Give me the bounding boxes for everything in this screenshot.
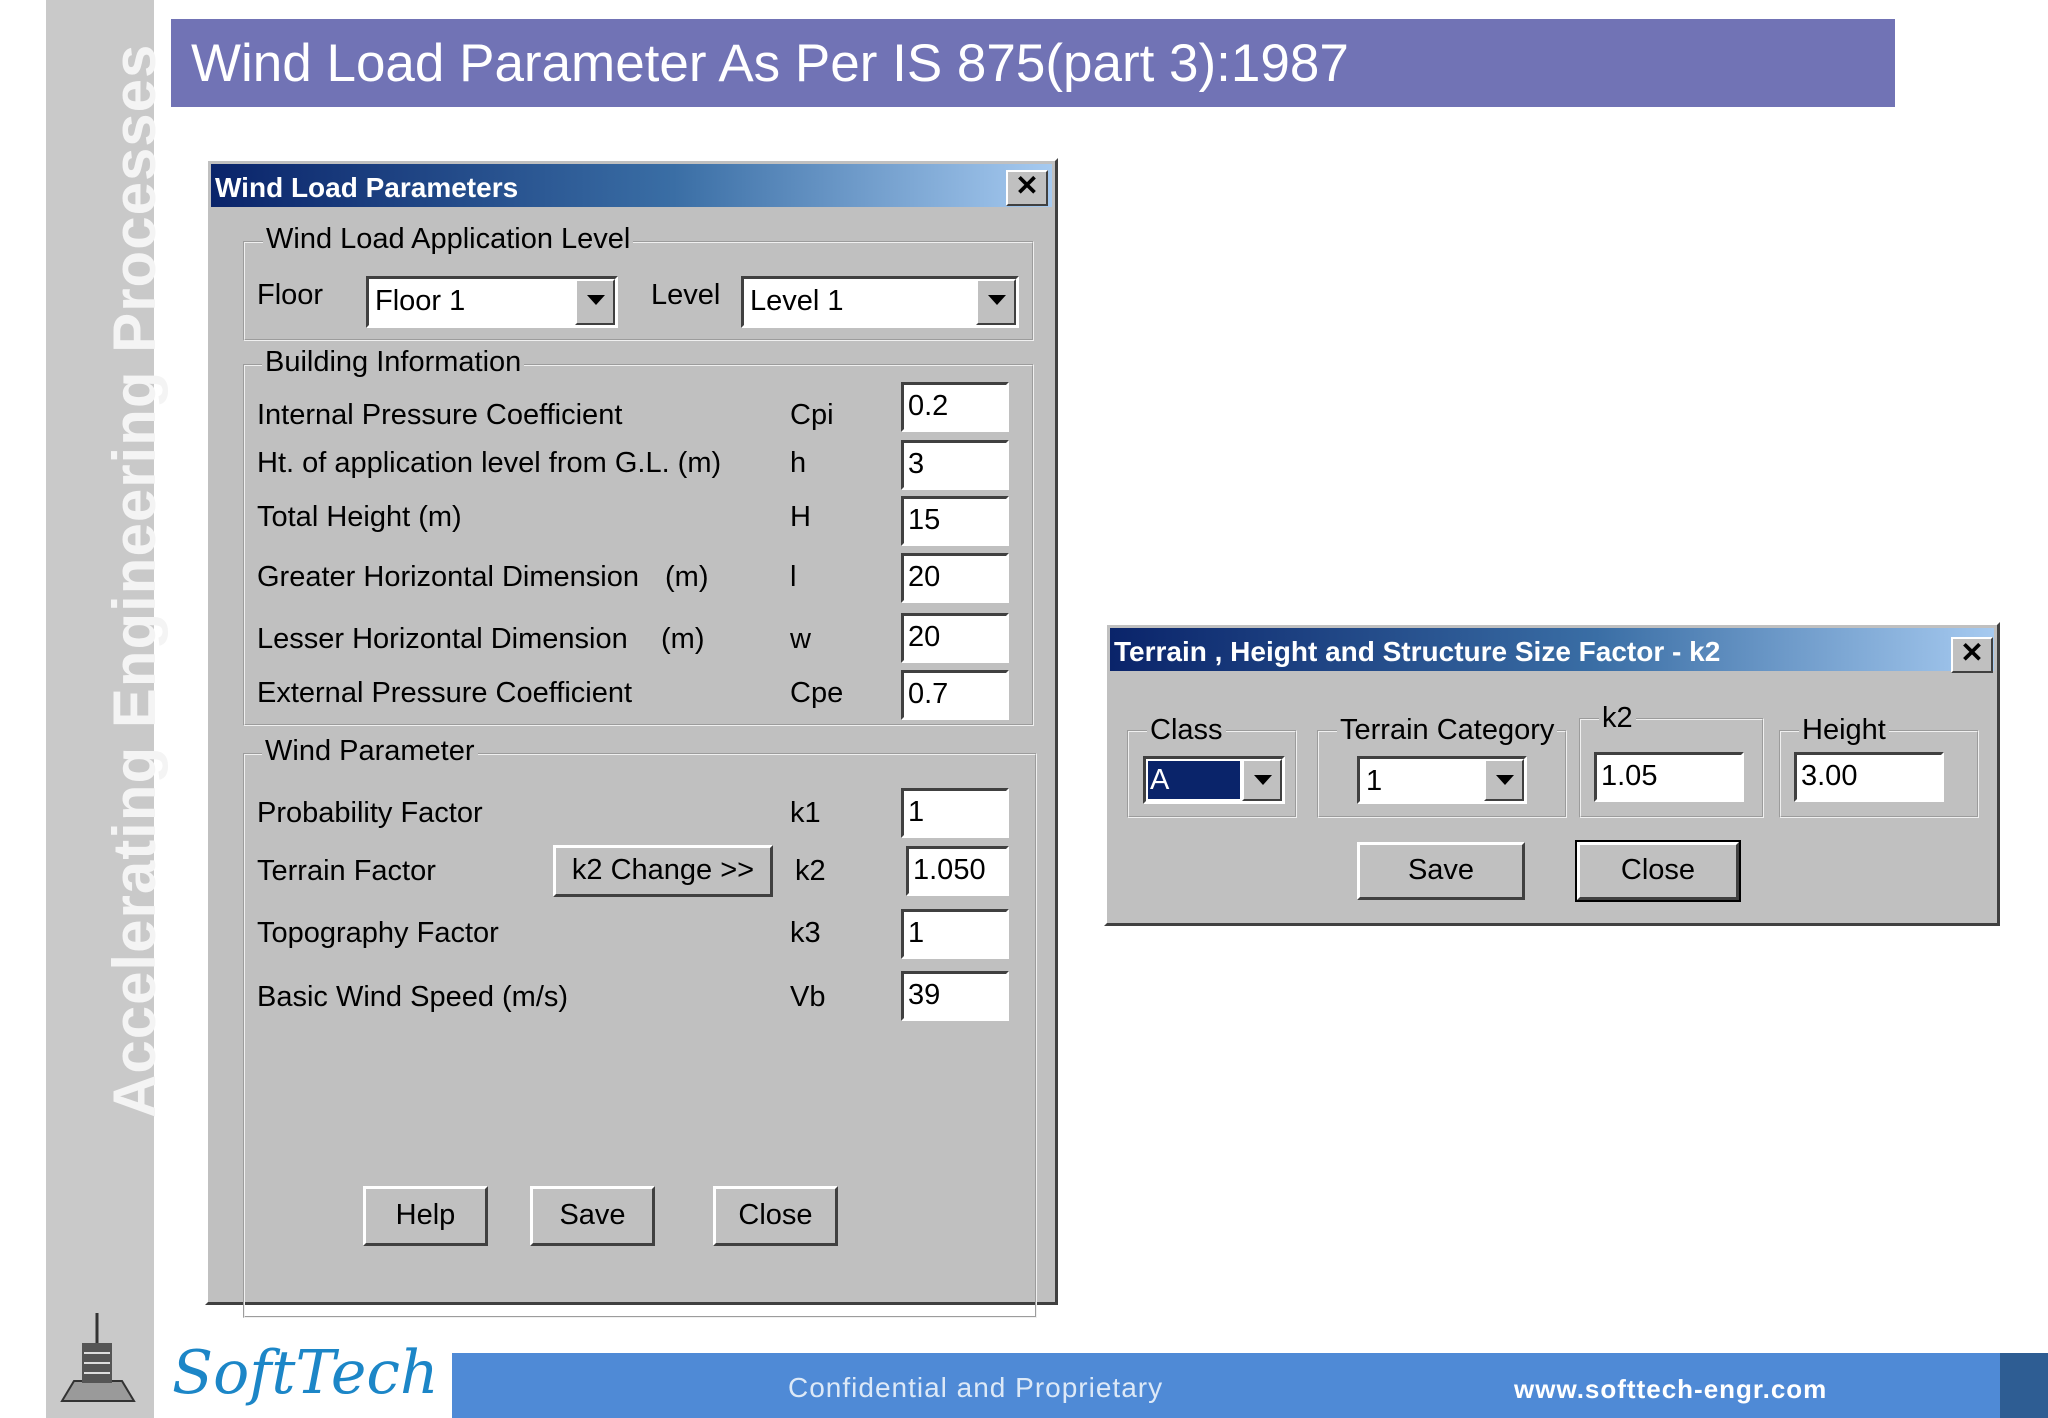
close-button[interactable]: Close xyxy=(713,1186,838,1246)
lesser-dimension-input[interactable]: 20 xyxy=(901,613,1009,663)
wind-row-label: Probability Factor xyxy=(257,797,483,829)
footer-confidential: Confidential and Proprietary xyxy=(788,1372,1164,1403)
class-dropdown-value: A xyxy=(1148,761,1240,799)
class-group-label: Class xyxy=(1147,714,1226,747)
wind-dialog-titlebar[interactable]: Wind Load Parameters xyxy=(211,164,1052,207)
building-row-symbol: w xyxy=(790,623,811,655)
application-level-group-label: Wind Load Application Level xyxy=(263,223,634,256)
building-row-label: Total Height (m) xyxy=(257,501,462,533)
building-row-label: Greater Horizontal Dimension xyxy=(257,561,639,593)
terrain-category-group-label: Terrain Category xyxy=(1337,714,1558,747)
floor-label: Floor xyxy=(257,279,324,311)
k2-input[interactable]: 1.050 xyxy=(906,846,1009,896)
wind-dialog-close-icon[interactable]: ✕ xyxy=(1006,170,1048,206)
terrain-dialog-title: Terrain , Height and Structure Size Fact… xyxy=(1114,636,1721,667)
chevron-down-icon[interactable] xyxy=(1242,759,1282,801)
wind-load-dialog: Wind Load Parameters ✕ Wind Load Applica… xyxy=(205,158,1058,1318)
height-group-label: Height xyxy=(1799,714,1889,747)
wind-row-symbol: Vb xyxy=(790,981,826,1013)
building-row-label: Internal Pressure Coefficient xyxy=(257,399,623,431)
building-row-unit: (m) xyxy=(665,561,709,593)
footer-url: www.softtech-engr.com xyxy=(1514,1374,1828,1404)
chevron-down-icon[interactable] xyxy=(1484,759,1524,801)
wind-row-label: Topography Factor xyxy=(257,917,499,949)
building-info-group-label: Building Information xyxy=(262,346,525,379)
help-button[interactable]: Help xyxy=(363,1186,488,1246)
side-tagline: Accelerating Engineering Processes xyxy=(101,43,168,1118)
slide-title-bar: Wind Load Parameter As Per IS 875(part 3… xyxy=(171,19,1895,107)
footer-accent xyxy=(2000,1353,2048,1418)
floor-dropdown[interactable]: Floor 1 xyxy=(366,276,618,328)
terrain-k2-dialog: Terrain , Height and Structure Size Fact… xyxy=(1104,622,2000,926)
building-row-label: Ht. of application level from G.L. (m) xyxy=(257,447,722,479)
vb-input[interactable]: 39 xyxy=(901,971,1009,1021)
class-dropdown[interactable]: A xyxy=(1143,756,1285,804)
wind-row-label: Basic Wind Speed (m/s) xyxy=(257,981,569,1013)
greater-dimension-input[interactable]: 20 xyxy=(901,553,1009,603)
terrain-dialog-titlebar[interactable]: Terrain , Height and Structure Size Fact… xyxy=(1110,628,1994,671)
wind-row-symbol: k2 xyxy=(795,855,826,887)
building-row-symbol: h xyxy=(790,447,807,479)
building-row-label: External Pressure Coefficient xyxy=(257,677,633,709)
slide-title: Wind Load Parameter As Per IS 875(part 3… xyxy=(191,34,1349,93)
wind-row-label: Terrain Factor xyxy=(257,855,436,887)
k2-change-button[interactable]: k2 Change >> xyxy=(553,845,773,897)
building-row-symbol: l xyxy=(790,561,797,593)
floor-dropdown-value: Floor 1 xyxy=(375,285,466,317)
chevron-down-icon[interactable] xyxy=(976,279,1016,325)
level-label: Level xyxy=(651,279,721,311)
building-row-symbol: Cpi xyxy=(790,399,834,431)
wind-parameter-group-label: Wind Parameter xyxy=(262,735,478,768)
k2-value-field[interactable]: 1.05 xyxy=(1594,752,1744,802)
k3-input[interactable]: 1 xyxy=(901,909,1009,959)
height-input[interactable]: 3.00 xyxy=(1794,752,1944,802)
level-dropdown[interactable]: Level 1 xyxy=(741,276,1019,328)
k1-input[interactable]: 1 xyxy=(901,788,1009,838)
building-row-label: Lesser Horizontal Dimension xyxy=(257,623,628,655)
brand-logo-text: SoftTech xyxy=(172,1338,439,1408)
level-dropdown-value: Level 1 xyxy=(750,285,844,317)
terrain-category-value: 1 xyxy=(1366,765,1383,797)
chevron-down-icon[interactable] xyxy=(575,279,615,325)
terrain-close-button[interactable]: Close xyxy=(1575,840,1741,902)
total-height-input[interactable]: 15 xyxy=(901,496,1009,546)
terrain-category-dropdown[interactable]: 1 xyxy=(1357,756,1527,804)
building-row-unit: (m) xyxy=(661,623,705,655)
building-row-symbol: Cpe xyxy=(790,677,844,709)
h-input[interactable]: 3 xyxy=(901,440,1009,490)
terrain-save-button[interactable]: Save xyxy=(1357,842,1525,900)
cpi-input[interactable]: 0.2 xyxy=(901,382,1009,432)
building-row-symbol: H xyxy=(790,501,811,533)
cpe-input[interactable]: 0.7 xyxy=(901,670,1009,720)
softtech-logo-icon xyxy=(60,1313,136,1402)
wind-dialog-title: Wind Load Parameters xyxy=(215,172,519,203)
wind-row-symbol: k1 xyxy=(790,797,821,829)
terrain-dialog-close-icon[interactable]: ✕ xyxy=(1951,637,1993,673)
k2-group-label: k2 xyxy=(1599,702,1636,735)
wind-row-symbol: k3 xyxy=(790,917,821,949)
save-button[interactable]: Save xyxy=(530,1186,655,1246)
